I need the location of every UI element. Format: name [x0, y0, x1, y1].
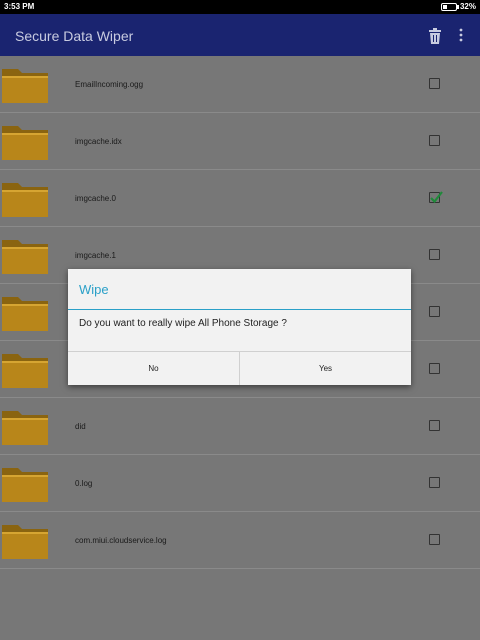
file-checkbox[interactable] — [429, 420, 440, 431]
overflow-menu-icon[interactable] — [458, 28, 464, 42]
folder-icon — [2, 464, 48, 502]
file-checkbox[interactable] — [429, 477, 440, 488]
dialog-title-divider — [68, 309, 411, 310]
file-checkbox[interactable] — [429, 534, 440, 545]
folder-icon — [2, 122, 48, 160]
file-checkbox[interactable] — [429, 249, 440, 260]
battery-percent: 32% — [459, 2, 476, 11]
file-name: 0.log — [75, 479, 93, 488]
dialog-message: Do you want to really wipe All Phone Sto… — [79, 318, 287, 329]
file-checkbox[interactable] — [429, 78, 440, 89]
battery-indicator: 32% — [440, 0, 476, 14]
list-item[interactable]: EmailIncoming.ogg — [0, 56, 480, 113]
file-name: did — [75, 422, 86, 431]
list-item[interactable]: did — [0, 398, 480, 455]
file-name: com.miui.cloudservice.log — [75, 536, 167, 545]
checkmark-icon — [430, 191, 443, 204]
list-item[interactable]: 0.log — [0, 455, 480, 512]
folder-icon — [2, 293, 48, 331]
trash-icon[interactable] — [428, 28, 442, 44]
file-checkbox[interactable] — [429, 306, 440, 317]
status-time: 3:53 PM — [4, 2, 35, 11]
list-item[interactable]: imgcache.0 — [0, 170, 480, 227]
folder-icon — [2, 179, 48, 217]
wipe-dialog: Wipe Do you want to really wipe All Phon… — [68, 269, 411, 385]
file-checkbox[interactable] — [429, 191, 443, 204]
folder-icon — [2, 65, 48, 103]
list-item[interactable]: imgcache.idx — [0, 113, 480, 170]
app-bar: Secure Data Wiper — [0, 14, 480, 56]
file-checkbox[interactable] — [429, 135, 440, 146]
file-name: imgcache.idx — [75, 137, 122, 146]
folder-icon — [2, 407, 48, 445]
battery-icon — [440, 3, 459, 11]
dialog-title: Wipe — [79, 282, 109, 297]
app-title: Secure Data Wiper — [15, 28, 134, 44]
status-bar: 3:53 PM 32% — [0, 0, 480, 14]
folder-icon — [2, 236, 48, 274]
list-item[interactable]: com.miui.cloudservice.log — [0, 512, 480, 569]
folder-icon — [2, 521, 48, 559]
file-name: EmailIncoming.ogg — [75, 80, 144, 89]
yes-button[interactable]: Yes — [240, 352, 411, 385]
folder-icon — [2, 350, 48, 388]
file-name: imgcache.0 — [75, 194, 116, 203]
no-button[interactable]: No — [68, 352, 239, 385]
file-checkbox[interactable] — [429, 363, 440, 374]
